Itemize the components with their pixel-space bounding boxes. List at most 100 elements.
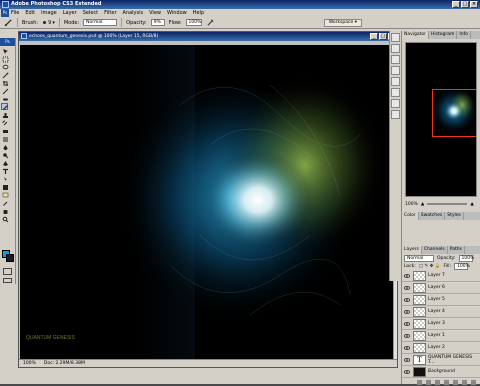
visibility-eye-icon[interactable]: [403, 283, 411, 293]
mode-select[interactable]: Normal: [83, 19, 118, 26]
actions-panel-icon[interactable]: [391, 44, 400, 53]
visibility-eye-icon[interactable]: [403, 355, 411, 365]
visibility-eye-icon[interactable]: [403, 367, 411, 377]
layer-row[interactable]: Layer 3: [402, 318, 480, 330]
minimize-button[interactable]: _: [452, 1, 460, 8]
tab-navigator[interactable]: Navigator: [402, 31, 430, 39]
visibility-eye-icon[interactable]: [403, 331, 411, 341]
zoom-tool-icon[interactable]: [1, 215, 9, 223]
right-panel-dock: Navigator Histogram Info 100% ▲ ▲ Color …: [401, 31, 480, 385]
gradient-icon[interactable]: [1, 135, 8, 142]
tab-histogram[interactable]: Histogram: [429, 31, 458, 39]
layer-row[interactable]: Layer 4: [402, 306, 480, 318]
tab-paths[interactable]: Paths: [448, 246, 465, 254]
menu-view[interactable]: View: [149, 10, 161, 16]
blur-icon[interactable]: [1, 143, 8, 150]
airbrush-icon[interactable]: [206, 18, 215, 27]
close-button[interactable]: ×: [470, 1, 478, 8]
brush-picker[interactable]: 9 ▾: [42, 20, 55, 26]
menu-image[interactable]: Image: [41, 10, 57, 16]
clone-stamp-icon[interactable]: [1, 111, 8, 118]
artwork: QUANTUM GENESIS: [20, 45, 394, 359]
brushes-panel-icon[interactable]: [391, 77, 400, 86]
zoom-in-icon[interactable]: ▲: [470, 202, 473, 207]
eyedropper-icon[interactable]: [1, 199, 8, 206]
layer-comps-icon[interactable]: [391, 66, 400, 75]
menu-help[interactable]: Help: [193, 10, 204, 16]
canvas[interactable]: QUANTUM GENESIS: [20, 45, 394, 359]
layer-row[interactable]: Layer 1: [402, 330, 480, 342]
eraser-icon[interactable]: [1, 127, 8, 134]
menu-select[interactable]: Select: [83, 10, 98, 16]
menu-window[interactable]: Window: [167, 10, 187, 16]
tab-swatches[interactable]: Swatches: [419, 212, 446, 220]
doc-maximize-button[interactable]: □: [379, 33, 387, 40]
menu-file[interactable]: File: [11, 10, 19, 16]
visibility-eye-icon[interactable]: [403, 343, 411, 353]
layer-row[interactable]: Layer 6: [402, 282, 480, 294]
hand-tool-icon[interactable]: [1, 207, 8, 214]
screen-mode-icon[interactable]: [3, 278, 12, 283]
blend-mode-select[interactable]: Normal: [404, 254, 434, 262]
navigator-zoom-value[interactable]: 100%: [405, 202, 418, 207]
slice-tool-icon[interactable]: [1, 87, 9, 95]
visibility-eye-icon[interactable]: [403, 319, 411, 329]
tab-channels[interactable]: Channels: [422, 246, 448, 254]
separator: [58, 18, 60, 27]
layer-row[interactable]: Layer 7: [402, 270, 480, 282]
crop-tool-icon[interactable]: [1, 79, 8, 86]
menu-edit[interactable]: Edit: [25, 10, 35, 16]
quick-mask-icon[interactable]: [3, 268, 12, 275]
shape-tool-icon[interactable]: [1, 183, 8, 190]
notes-tool-icon[interactable]: [1, 191, 9, 198]
move-tool-icon[interactable]: [1, 47, 8, 54]
layer-row[interactable]: Layer 2: [402, 342, 480, 354]
tab-info[interactable]: Info: [457, 31, 471, 39]
zoom-slider[interactable]: [427, 203, 468, 205]
tool-presets-icon[interactable]: [391, 55, 400, 64]
navigator-preview[interactable]: [405, 42, 477, 197]
path-selection-icon[interactable]: [1, 175, 8, 182]
magic-wand-icon[interactable]: [1, 71, 9, 79]
zoom-out-icon[interactable]: ▲: [421, 202, 424, 207]
flow-input[interactable]: 100%: [185, 19, 202, 26]
doc-minimize-button[interactable]: _: [370, 33, 378, 40]
pen-tool-icon[interactable]: [1, 159, 8, 166]
paragraph-panel-icon[interactable]: [391, 99, 400, 108]
menu-analysis[interactable]: Analysis: [123, 10, 144, 16]
lock-icon[interactable]: ▢ ✎ ✥ 🔒: [419, 264, 441, 269]
tab-layers[interactable]: Layers: [402, 246, 422, 254]
layer-name: Layer 5: [428, 297, 445, 302]
tab-color[interactable]: Color: [402, 212, 419, 220]
visibility-eye-icon[interactable]: [403, 295, 411, 305]
layer-name: Layer 3: [428, 321, 445, 326]
history-brush-icon[interactable]: [1, 119, 8, 126]
navigator-view-box[interactable]: [432, 89, 476, 137]
character-panel-icon[interactable]: [391, 110, 400, 119]
maximize-button[interactable]: □: [461, 1, 469, 8]
opacity-input[interactable]: 9%: [150, 19, 165, 26]
status-zoom[interactable]: 100%: [23, 360, 36, 367]
clone-source-icon[interactable]: [391, 88, 400, 97]
brush-icon[interactable]: [1, 103, 8, 110]
lock-label: Lock:: [404, 263, 416, 269]
layer-row[interactable]: T QUANTUM GENESIS T...: [402, 354, 480, 366]
layer-row[interactable]: Background: [402, 366, 480, 378]
type-tool-icon[interactable]: [1, 167, 8, 174]
healing-brush-icon[interactable]: [1, 95, 8, 102]
background-color-swatch[interactable]: [6, 254, 14, 262]
layer-opacity-input[interactable]: 100%: [458, 254, 474, 262]
lasso-tool-icon[interactable]: [1, 63, 9, 70]
layer-row[interactable]: Layer 5: [402, 294, 480, 306]
marquee-tool-icon[interactable]: [1, 55, 9, 63]
fill-input[interactable]: 100%: [454, 262, 470, 270]
menu-filter[interactable]: Filter: [104, 10, 116, 16]
brush-tool-icon[interactable]: [4, 18, 13, 27]
visibility-eye-icon[interactable]: [403, 307, 411, 317]
visibility-eye-icon[interactable]: [403, 271, 411, 281]
workspace-button[interactable]: Workspace ▾: [323, 19, 362, 27]
tab-styles[interactable]: Styles: [445, 212, 464, 220]
dodge-icon[interactable]: [1, 151, 9, 159]
menu-layer[interactable]: Layer: [63, 10, 77, 16]
history-panel-icon[interactable]: [391, 33, 400, 42]
